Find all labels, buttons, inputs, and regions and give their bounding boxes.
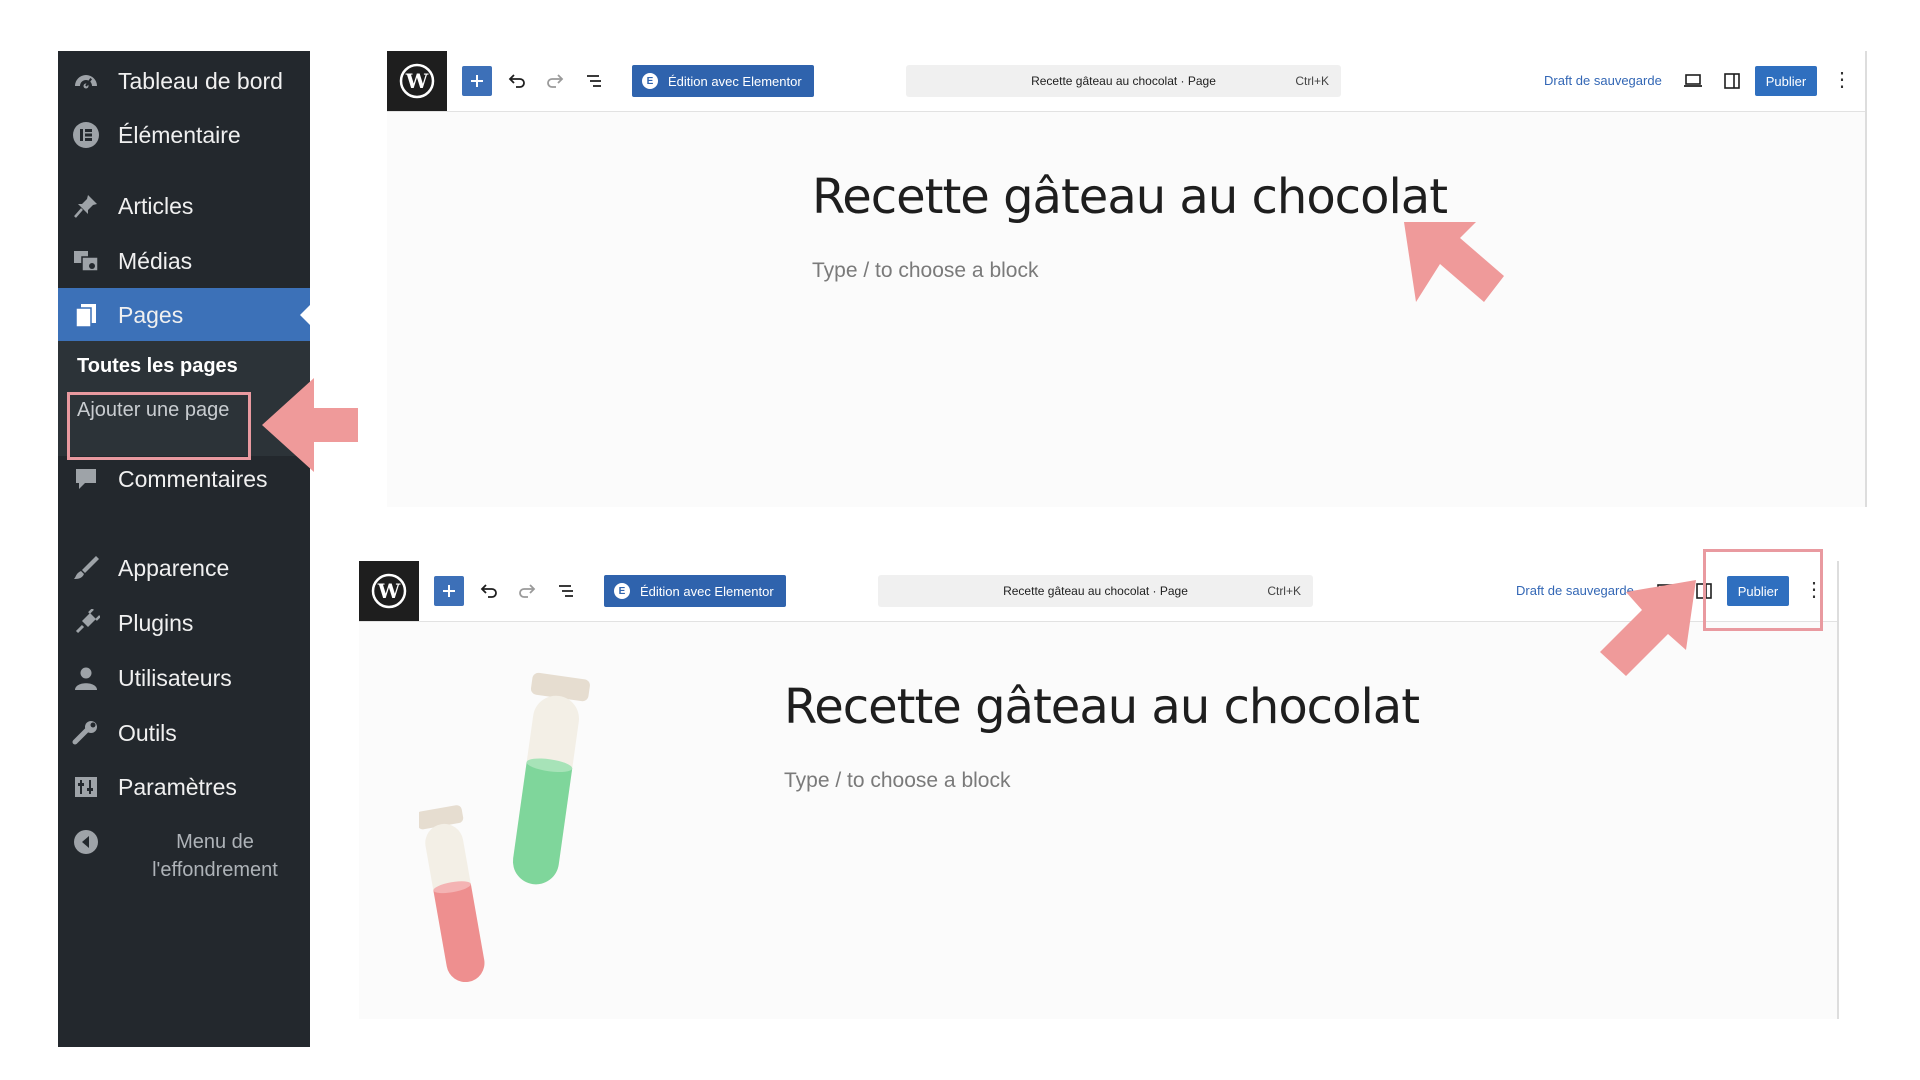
command-palette-bar[interactable]: Recette gâteau au chocolat · Page Ctrl+K [906,65,1341,97]
plugin-icon [71,608,101,638]
plus-icon [443,585,455,597]
sidebar-toggle-icon [1724,73,1740,89]
annotation-arrow-title [1404,222,1504,302]
sidebar-item-label: Apparence [118,554,230,581]
elementor-icon: E [642,73,658,89]
block-placeholder[interactable]: Type / to choose a block [784,769,1010,793]
command-bar-shortcut: Ctrl+K [1267,584,1301,598]
svg-text:W: W [377,579,401,603]
elementor-icon: E [614,583,630,599]
undo-button[interactable] [474,576,504,606]
redo-button[interactable] [512,576,542,606]
submenu-all-pages[interactable]: Toutes les pages [77,355,238,378]
admin-sidebar: Tableau de bord Élémentaire Articles Méd… [58,51,310,1047]
elementor-button-label: Édition avec Elementor [640,583,774,599]
test-tubes-illustration [419,672,590,983]
highlight-box-add-page [67,392,251,460]
settings-icon [71,772,101,802]
save-draft-link[interactable]: Draft de sauvegarde [1544,73,1662,88]
undo-icon [480,584,497,598]
highlight-box-publish [1703,549,1823,631]
annotation-arrow-left [262,378,358,472]
desktop-preview-icon [1684,74,1702,87]
sidebar-item-dashboard[interactable]: Tableau de bord [58,54,310,108]
redo-button[interactable] [540,66,570,96]
edit-with-elementor-button[interactable]: E Édition avec Elementor [632,65,814,97]
command-bar-title: Recette gâteau au chocolat · Page [1003,584,1188,598]
settings-sidebar-toggle[interactable] [1717,66,1747,96]
sidebar-item-tools[interactable]: Outils [58,706,310,760]
wordpress-logo-icon[interactable]: W [387,51,447,111]
redo-icon [547,74,564,88]
undo-button[interactable] [502,66,532,96]
list-view-button[interactable] [551,576,581,606]
preview-button[interactable] [1678,66,1708,96]
sidebar-item-label: Articles [118,192,194,219]
editor-panel-top: W E Édition avec Elementor Recette gâtea… [387,51,1867,507]
sidebar-item-elementor[interactable]: Élémentaire [58,108,310,162]
wrench-icon [71,718,101,748]
sidebar-item-plugins[interactable]: Plugins [58,596,310,650]
command-palette-bar[interactable]: Recette gâteau au chocolat · Page Ctrl+K [878,575,1313,607]
sidebar-item-label: Tableau de bord [118,67,283,94]
pin-icon [71,191,101,221]
collapse-icon [71,827,101,857]
sidebar-item-media[interactable]: Médias [58,234,310,288]
sidebar-item-label: Plugins [118,609,194,636]
brush-icon [71,553,101,583]
sidebar-item-articles[interactable]: Articles [58,179,310,233]
page-title[interactable]: Recette gâteau au chocolat [812,169,1448,225]
editor-toolbar: W E Édition avec Elementor Recette gâtea… [387,51,1865,112]
sidebar-item-label: Pages [118,301,184,328]
sidebar-item-label: Élémentaire [118,121,241,148]
comment-icon [71,464,101,494]
elementor-button-label: Édition avec Elementor [668,73,802,89]
edit-with-elementor-button[interactable]: E Édition avec Elementor [604,575,786,607]
page-title[interactable]: Recette gâteau au chocolat [784,679,1420,735]
plus-icon [471,75,483,87]
block-placeholder[interactable]: Type / to choose a block [812,259,1038,283]
sidebar-item-label: Médias [118,247,193,274]
redo-icon [519,584,536,598]
command-bar-title: Recette gâteau au chocolat · Page [1031,74,1216,88]
media-icon [71,246,101,276]
annotation-arrow-publish [1600,580,1696,676]
undo-icon [508,74,525,88]
sidebar-item-label: Outils [118,719,177,746]
elementor-icon [71,120,101,150]
add-block-button[interactable] [462,66,492,96]
user-icon [71,663,101,693]
wordpress-logo-icon[interactable]: W [359,561,419,621]
more-options-icon[interactable]: ⋮ [1832,69,1852,93]
list-view-button[interactable] [579,66,609,96]
dashboard-icon [71,66,101,96]
command-bar-shortcut: Ctrl+K [1295,74,1329,88]
collapse-menu-label: Menu de l'effondrement [152,831,278,881]
sidebar-item-users[interactable]: Utilisateurs [58,651,310,705]
list-view-icon [559,585,573,597]
sidebar-item-label: Utilisateurs [118,664,232,691]
sidebar-item-label: Paramètres [118,773,237,800]
sidebar-item-appearance[interactable]: Apparence [58,541,310,595]
sidebar-item-pages[interactable]: Pages [58,288,310,342]
sidebar-item-settings[interactable]: Paramètres [58,760,310,814]
add-block-button[interactable] [434,576,464,606]
sidebar-item-label: Commentaires [118,465,268,492]
pages-icon [71,300,101,330]
list-view-icon [587,75,601,87]
svg-text:W: W [405,69,429,93]
publish-button[interactable]: Publier [1755,66,1817,96]
